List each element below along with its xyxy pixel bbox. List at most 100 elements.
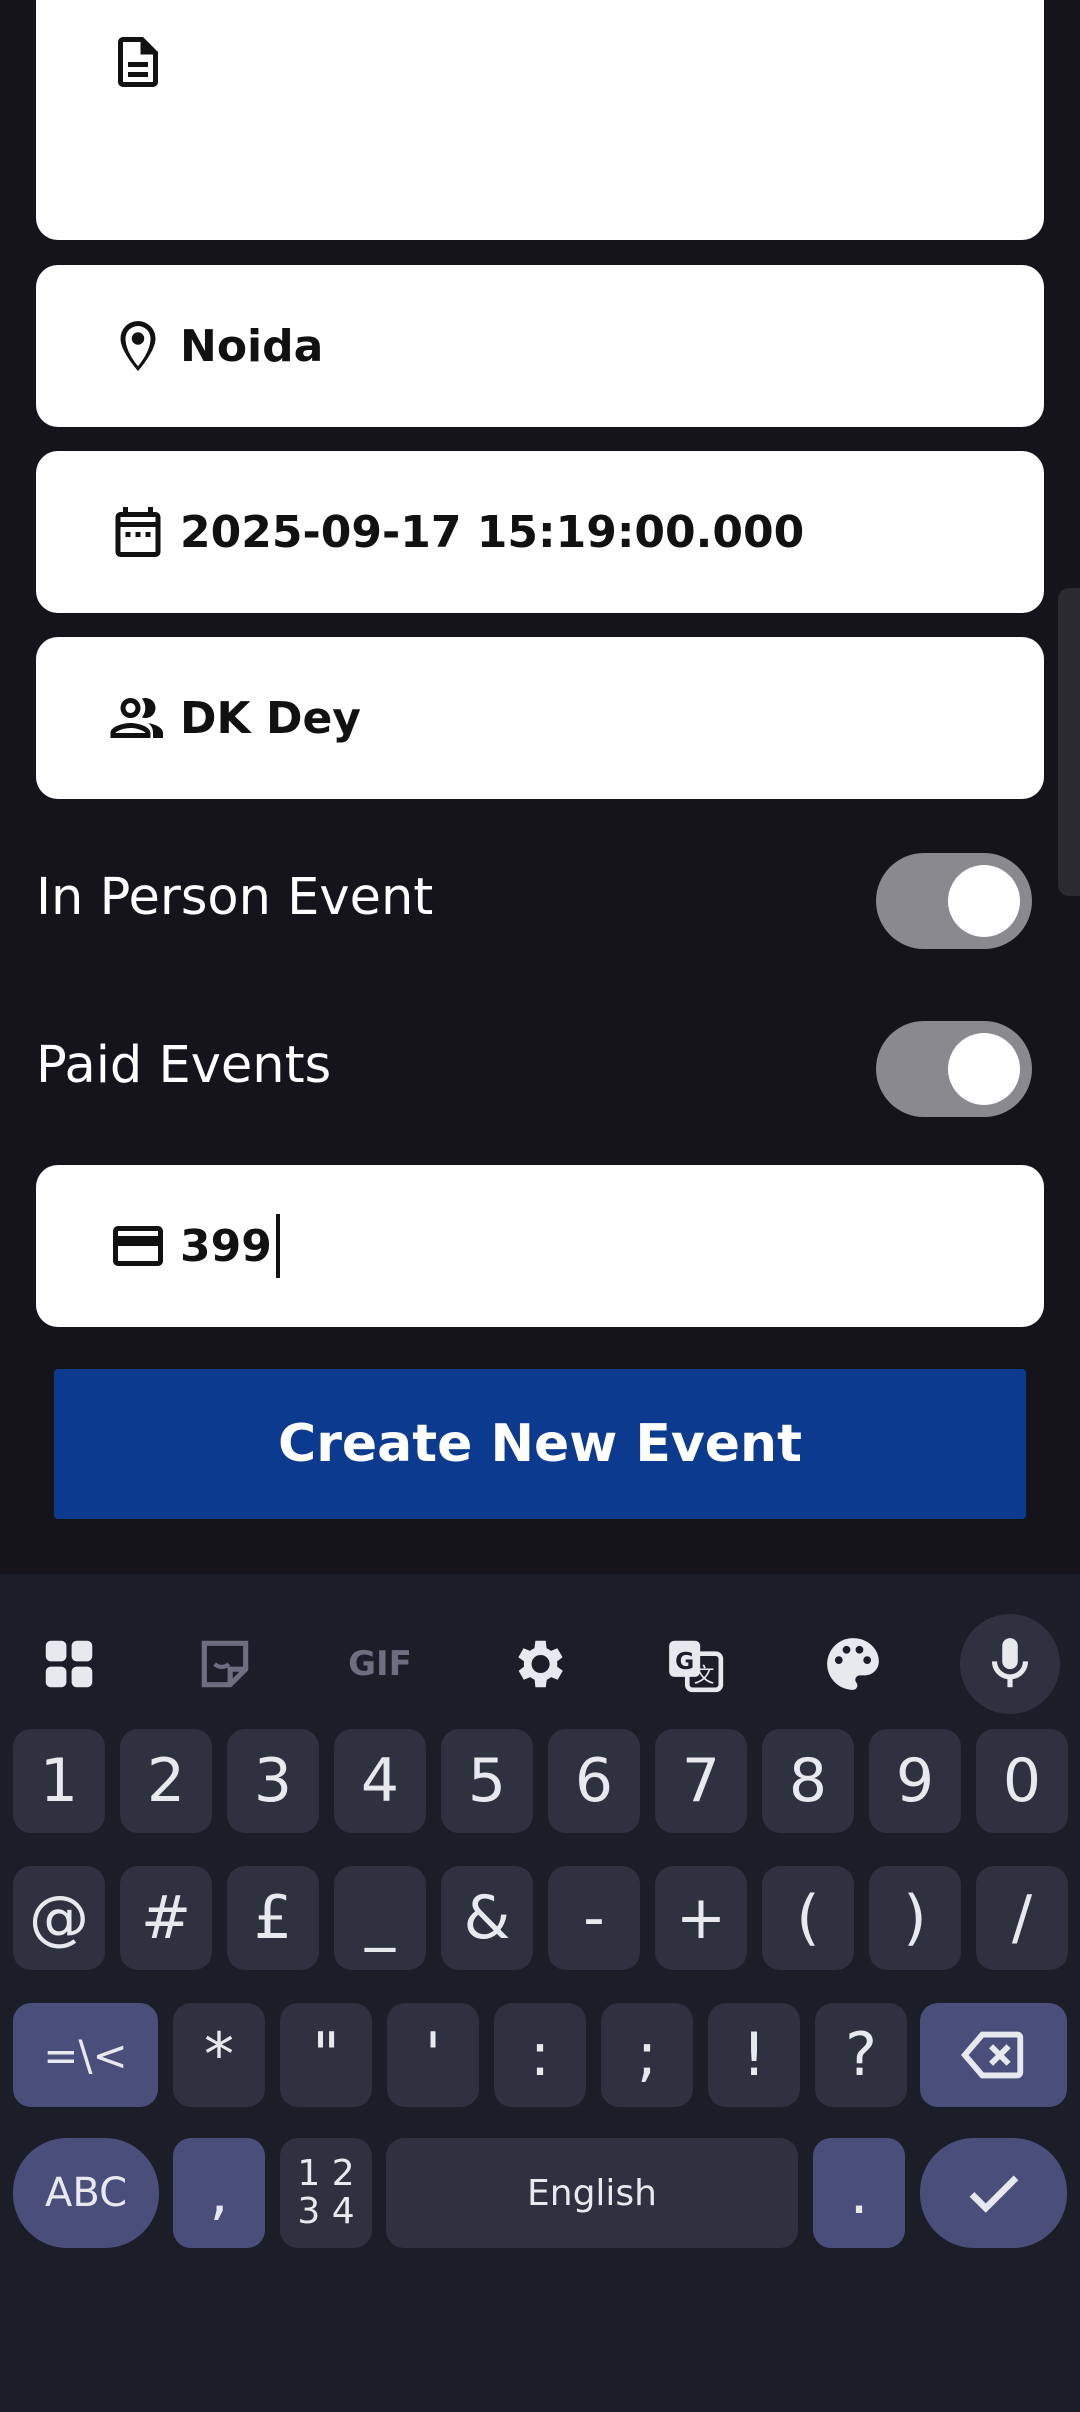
description-field[interactable]: [36, 0, 1044, 240]
organizer-field[interactable]: DK Dey: [36, 637, 1044, 799]
text-caret: [275, 1214, 280, 1278]
number-key-1[interactable]: 2: [120, 1729, 212, 1833]
price-input[interactable]: 399: [180, 1165, 280, 1327]
location-value: Noida: [180, 320, 324, 372]
document-icon: [108, 32, 168, 92]
create-event-form: Noida 2025-09-17 15:19:00.000 DK Dey In …: [0, 0, 1080, 1574]
location-pin-icon: [108, 316, 168, 376]
number-key-label: 1: [39, 1746, 79, 1816]
symbol-key-label: &: [463, 1883, 511, 1953]
symbol-key-7[interactable]: (: [762, 1866, 854, 1970]
number-key-label: 2: [146, 1746, 186, 1816]
backspace-key[interactable]: [920, 2003, 1067, 2107]
abc-key[interactable]: ABC: [13, 2138, 159, 2248]
punct-key-label: !: [741, 2020, 767, 2090]
symbol-key-3[interactable]: _: [334, 1866, 426, 1970]
svg-text:文: 文: [694, 1663, 715, 1687]
number-key-8[interactable]: 9: [869, 1729, 961, 1833]
symbol-key-label: (: [796, 1883, 820, 1953]
punct-key-1[interactable]: ": [280, 2003, 372, 2107]
scrollbar[interactable]: [1058, 588, 1080, 896]
symbol-key-8[interactable]: ): [869, 1866, 961, 1970]
punct-key-label: *: [204, 2020, 234, 2090]
symbol-key-label: _: [365, 1883, 395, 1953]
svg-text:G: G: [675, 1648, 694, 1675]
number-key-label: 4: [360, 1746, 400, 1816]
palette-icon[interactable]: [803, 1614, 903, 1714]
period-label: .: [849, 2158, 869, 2228]
number-key-label: 7: [681, 1746, 721, 1816]
number-key-0[interactable]: 1: [13, 1729, 105, 1833]
number-key-3[interactable]: 4: [334, 1729, 426, 1833]
number-key-7[interactable]: 8: [762, 1729, 854, 1833]
datetime-value: 2025-09-17 15:19:00.000: [180, 506, 805, 558]
more-symbols-key[interactable]: =\<: [13, 2003, 158, 2107]
symbol-key-label: -: [583, 1883, 605, 1953]
number-key-9[interactable]: 0: [976, 1729, 1068, 1833]
organizer-value: DK Dey: [180, 692, 361, 744]
number-key-label: 3: [253, 1746, 293, 1816]
price-field[interactable]: 399: [36, 1165, 1044, 1327]
number-key-6[interactable]: 7: [655, 1729, 747, 1833]
symbol-key-label: /: [1011, 1883, 1033, 1953]
symbol-key-label: £: [253, 1883, 293, 1953]
number-key-label: 9: [895, 1746, 935, 1816]
punct-key-6[interactable]: ?: [815, 2003, 907, 2107]
sticker-icon[interactable]: [175, 1614, 275, 1714]
translate-icon[interactable]: G文: [645, 1614, 745, 1714]
price-value: 399: [180, 1220, 272, 1272]
symbol-key-5[interactable]: -: [548, 1866, 640, 1970]
punct-key-2[interactable]: ': [387, 2003, 479, 2107]
space-key[interactable]: English: [386, 2138, 798, 2248]
calendar-icon: [108, 502, 168, 562]
number-key-label: 5: [467, 1746, 507, 1816]
number-key-4[interactable]: 5: [441, 1729, 533, 1833]
punct-key-4[interactable]: ;: [601, 2003, 693, 2107]
symbol-key-1[interactable]: #: [120, 1866, 212, 1970]
number-layout-key[interactable]: 1 2 3 4: [280, 2138, 372, 2248]
backspace-icon: [960, 2031, 1023, 2079]
symbol-key-6[interactable]: +: [655, 1866, 747, 1970]
punct-key-5[interactable]: !: [708, 2003, 800, 2107]
symbol-key-0[interactable]: @: [13, 1866, 105, 1970]
comma-key[interactable]: ,: [173, 2138, 265, 2248]
mic-icon[interactable]: [960, 1614, 1060, 1714]
symbol-key-9[interactable]: /: [976, 1866, 1068, 1970]
number-key-2[interactable]: 3: [227, 1729, 319, 1833]
create-event-button[interactable]: Create New Event: [54, 1369, 1026, 1519]
symbol-key-2[interactable]: £: [227, 1866, 319, 1970]
punct-key-0[interactable]: *: [173, 2003, 265, 2107]
checkmark-icon: [969, 2175, 1018, 2213]
abc-label: ABC: [44, 2170, 128, 2216]
paid-events-toggle[interactable]: [876, 1021, 1032, 1117]
symbol-key-label: ): [903, 1883, 927, 1953]
number-key-label: 8: [788, 1746, 828, 1816]
datetime-field[interactable]: 2025-09-17 15:19:00.000: [36, 451, 1044, 613]
num-layout-top: 1 2: [297, 2153, 355, 2194]
symbol-key-4[interactable]: &: [441, 1866, 533, 1970]
apps-icon[interactable]: [19, 1614, 119, 1714]
punct-key-label: ?: [845, 2020, 877, 2090]
symbol-key-label: #: [140, 1883, 192, 1953]
keyboard: GIF G文 =\< ABC , 1 2 3 4 English . 12345…: [0, 1574, 1080, 2412]
in-person-toggle[interactable]: [876, 853, 1032, 949]
punct-key-label: :: [529, 2020, 551, 2090]
punct-key-label: ;: [636, 2020, 658, 2090]
punct-key-label: ": [312, 2020, 340, 2090]
toggle-knob: [948, 1033, 1020, 1105]
settings-icon[interactable]: [488, 1614, 588, 1714]
symbol-key-label: @: [29, 1883, 89, 1953]
punct-key-label: ': [424, 2020, 442, 2090]
number-key-5[interactable]: 6: [548, 1729, 640, 1833]
num-layout-bottom: 3 4: [297, 2191, 355, 2232]
space-label: English: [527, 2172, 657, 2214]
location-field[interactable]: Noida: [36, 265, 1044, 427]
paid-events-label: Paid Events: [36, 1036, 332, 1095]
period-key[interactable]: .: [813, 2138, 905, 2248]
punct-key-3[interactable]: :: [494, 2003, 586, 2107]
in-person-label: In Person Event: [36, 868, 434, 927]
gif-icon[interactable]: GIF: [330, 1614, 430, 1714]
enter-key[interactable]: [920, 2138, 1067, 2248]
gif-label: GIF: [348, 1644, 412, 1684]
toggle-knob: [948, 865, 1020, 937]
